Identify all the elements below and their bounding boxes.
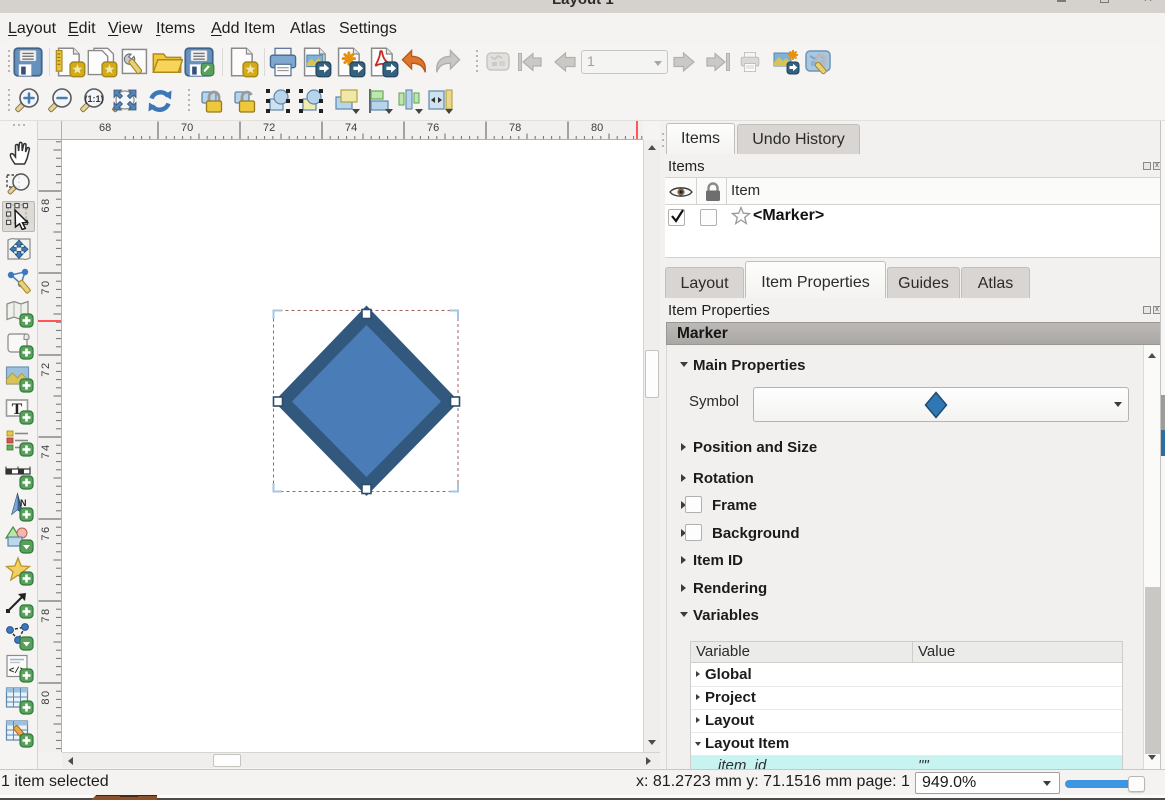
svg-text:(1:1): (1:1) bbox=[84, 94, 103, 104]
svg-text:N: N bbox=[20, 498, 27, 508]
